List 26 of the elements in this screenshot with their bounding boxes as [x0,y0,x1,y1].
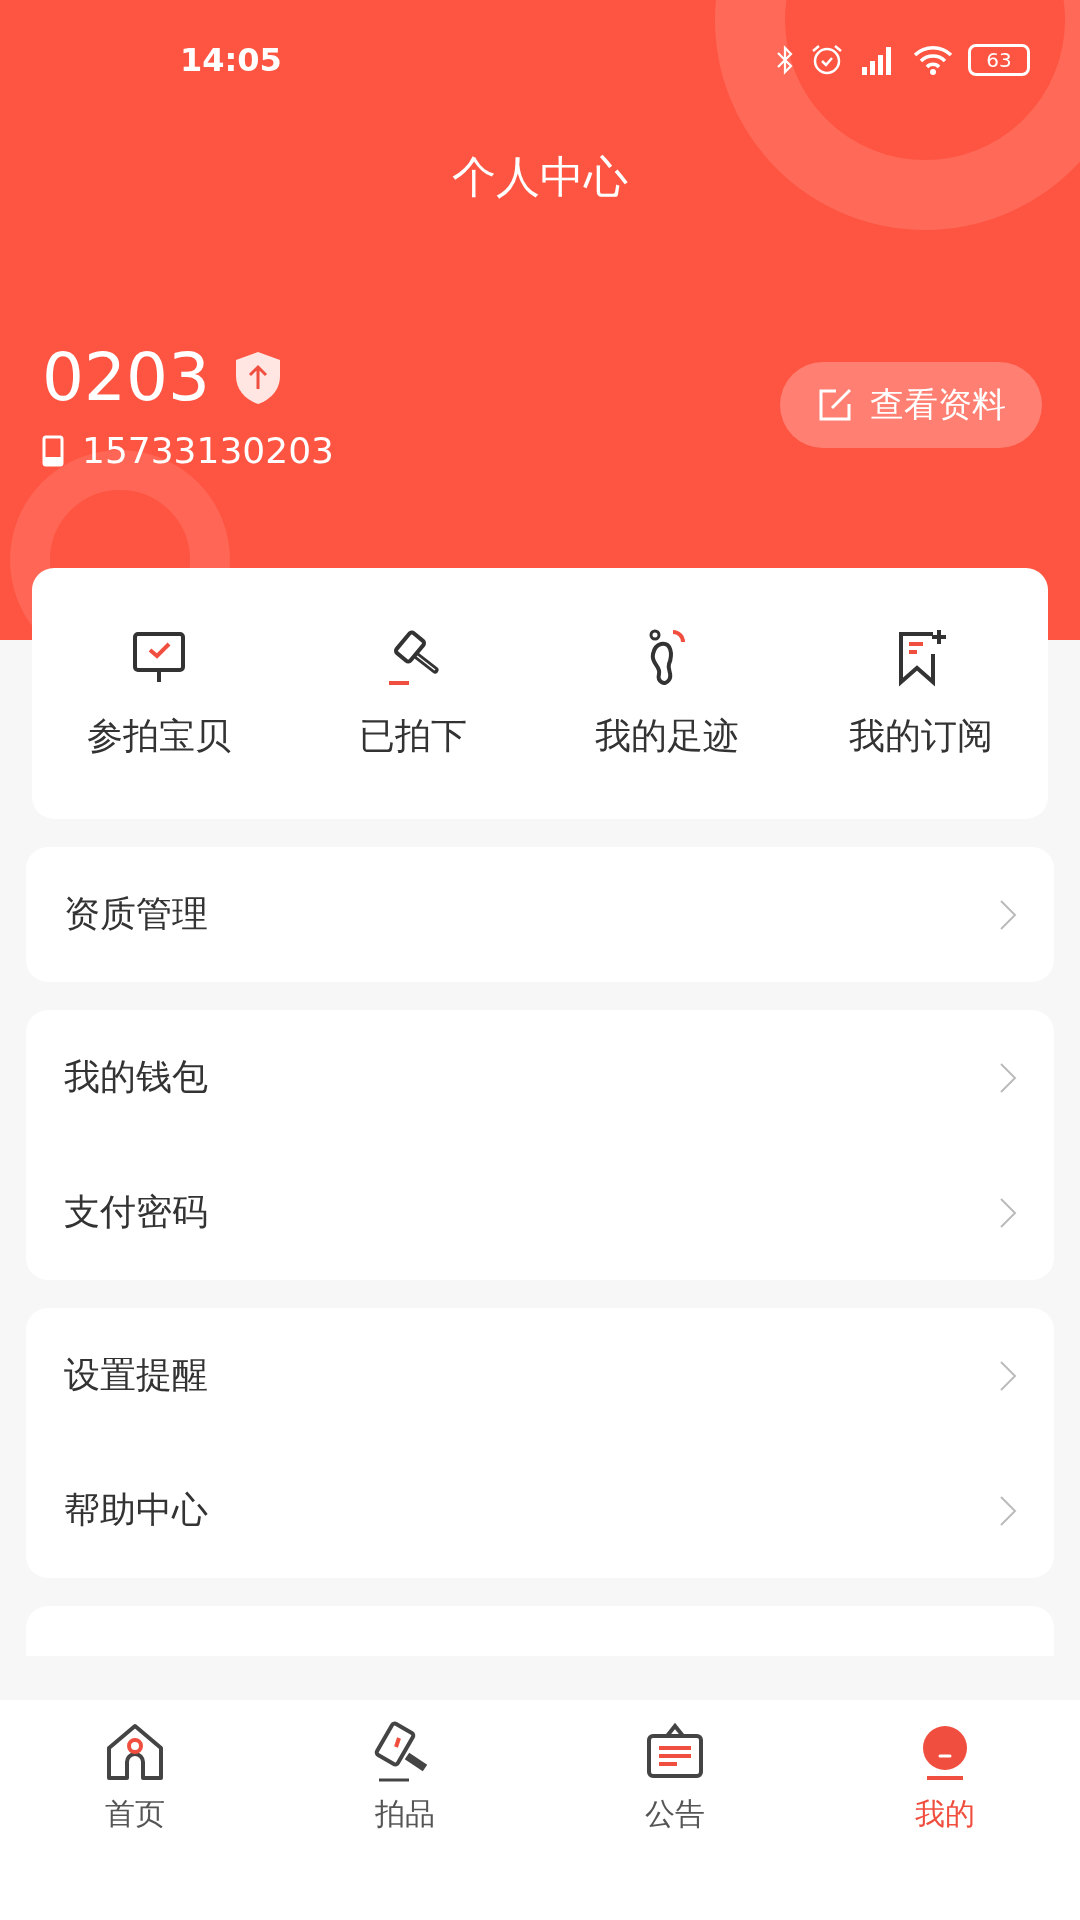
nav-tab[interactable]: 拍品 [305,1720,505,1835]
menu-item[interactable]: 我的钱包 [26,1010,1054,1145]
alarm-icon [810,43,844,77]
shortcut-item[interactable]: 已拍下 [303,626,523,761]
chevron-right-icon [998,1358,1018,1393]
wifi-icon [912,43,954,77]
page-title: 个人中心 [451,150,629,204]
shortcut-item[interactable]: 我的订阅 [811,626,1031,761]
chevron-right-icon [998,1195,1018,1230]
status-time: 14:05 [180,41,282,79]
shortcut-item[interactable]: 我的足迹 [557,626,777,761]
nav-tab[interactable]: 首页 [35,1720,235,1835]
chevron-right-icon [998,897,1018,932]
battery-icon: 63 [968,44,1030,76]
nav-tab[interactable]: 公告 [575,1720,775,1835]
phone-number: 15733130203 [82,430,334,471]
menu-item[interactable]: 支付密码 [26,1145,1054,1280]
menu-item[interactable]: 资质管理 [26,847,1054,982]
shortcut-item[interactable]: 参拍宝贝 [49,626,269,761]
username: 0203 [42,339,210,416]
chevron-right-icon [998,1493,1018,1528]
phone-icon [42,434,64,467]
nav-tab[interactable]: 我的 [845,1720,1045,1835]
menu-item[interactable]: 设置提醒 [26,1308,1054,1443]
chevron-right-icon [998,1060,1018,1095]
menu-item[interactable]: 帮助中心 [26,1443,1054,1578]
